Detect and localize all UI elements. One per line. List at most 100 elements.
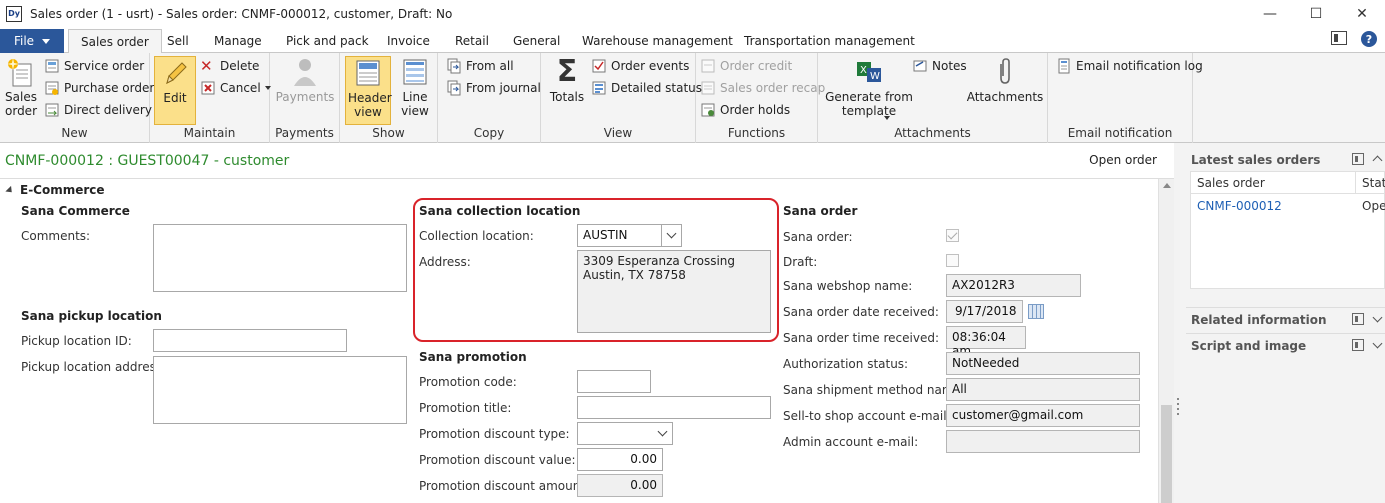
scroll-thumb[interactable] [1161, 405, 1172, 503]
purchase-order-button[interactable]: Purchase order [44, 78, 154, 98]
tab-pick-and-pack[interactable]: Pick and pack [286, 29, 369, 53]
copy-from-journal-button[interactable]: From journal [446, 78, 541, 98]
calendar-icon[interactable] [1028, 304, 1044, 319]
promotion-discount-value-field[interactable]: 0.00 [577, 448, 663, 471]
column-header-status[interactable]: Stat [1356, 172, 1385, 194]
column-header-sales-order[interactable]: Sales order [1191, 172, 1356, 194]
sales-order-recap-label: Sales order recap [720, 81, 826, 95]
payments-button[interactable]: Payments [276, 56, 334, 104]
sana-order-title: Sana order [783, 204, 858, 218]
factbox-latest-sales-orders[interactable]: Latest sales orders [1186, 148, 1385, 172]
factbox-options-icon[interactable] [1352, 339, 1364, 351]
service-order-button[interactable]: Service order [44, 56, 144, 76]
sana-pickup-title: Sana pickup location [21, 309, 162, 323]
chevron-down-icon[interactable] [1372, 312, 1383, 323]
copy-from-all-button[interactable]: From all [446, 56, 514, 76]
factbox-options-icon[interactable] [1352, 153, 1364, 165]
ribbon-group-attachments: XW Generate from template Notes Attachme… [818, 53, 1048, 143]
line-view-button[interactable]: Line view [395, 56, 435, 118]
file-tab[interactable]: File [0, 29, 64, 53]
sales-order-link[interactable]: CNMF-000012 [1197, 199, 1282, 213]
cancel-dropdown-button[interactable]: Cancel [200, 78, 271, 98]
tab-warehouse-management[interactable]: Warehouse management [582, 29, 733, 53]
pickup-location-id-label: Pickup location ID: [21, 334, 132, 348]
generate-from-template-button[interactable]: XW Generate from template [824, 56, 914, 120]
chevron-down-icon[interactable] [1372, 338, 1383, 349]
promotion-title-field[interactable] [577, 396, 771, 419]
notes-button[interactable]: Notes [912, 56, 967, 76]
service-order-icon [45, 59, 59, 73]
comments-label: Comments: [21, 229, 91, 243]
help-icon[interactable]: ? [1361, 31, 1377, 47]
header-view-button[interactable]: Header view [345, 56, 392, 125]
attachments-button[interactable]: Attachments [967, 56, 1043, 104]
edit-button[interactable]: Edit [154, 56, 196, 125]
factbox-toggle-icon[interactable] [1331, 31, 1347, 45]
chevron-up-icon[interactable] [1372, 155, 1383, 166]
sana-order-checkbox[interactable] [946, 229, 959, 242]
direct-delivery-label: Direct delivery [64, 103, 152, 117]
sana-shipment-method-field: All [946, 378, 1140, 401]
factbox-options-icon[interactable] [1352, 313, 1364, 325]
ribbon-group-email-notification: Email notification log Email notificatio… [1048, 53, 1203, 143]
sana-order-date-field: 9/17/2018 [946, 300, 1023, 323]
delete-button[interactable]: ✕ Delete [200, 56, 259, 76]
notes-label: Notes [932, 59, 967, 73]
comments-field[interactable] [153, 224, 407, 292]
ribbon-group-copy: From all From journal Copy [438, 53, 541, 143]
close-button[interactable]: ✕ [1339, 0, 1385, 27]
order-holds-button[interactable]: Order holds [700, 100, 790, 120]
chevron-down-icon [657, 426, 667, 437]
authorization-status-label: Authorization status: [783, 357, 909, 371]
sigma-icon: Σ [556, 54, 578, 89]
paperclip-icon [1000, 58, 1010, 84]
sana-shipment-method-label: Sana shipment method name: [783, 383, 965, 397]
file-tab-label: File [13, 34, 35, 48]
cancel-label: Cancel [220, 81, 261, 95]
scroll-up-arrow-icon[interactable] [1163, 183, 1171, 188]
header-view-icon [356, 60, 380, 86]
ribbon-tab-bar: File Sales order Sell Manage Pick and pa… [0, 27, 1385, 54]
order-status: Open order [1089, 153, 1157, 167]
totals-label: Totals [549, 90, 585, 104]
order-events-button[interactable]: Order events [591, 56, 689, 76]
tab-sales-order[interactable]: Sales order [68, 29, 162, 54]
admin-email-field [946, 430, 1140, 453]
direct-delivery-button[interactable]: Direct delivery [44, 100, 152, 120]
tab-sell[interactable]: Sell [167, 29, 189, 53]
delete-x-icon: ✕ [200, 57, 213, 75]
detailed-status-button[interactable]: Detailed status [591, 78, 702, 98]
vertical-scrollbar[interactable] [1158, 179, 1174, 503]
tab-retail[interactable]: Retail [455, 29, 489, 53]
pickup-location-id-field[interactable] [153, 329, 347, 352]
order-credit-button[interactable]: Order credit [700, 56, 792, 76]
splitter-grip-icon[interactable] [1177, 398, 1179, 415]
tab-transportation-management[interactable]: Transportation management [744, 29, 915, 53]
tab-manage[interactable]: Manage [214, 29, 262, 53]
new-sales-order-button[interactable]: Sales order [4, 56, 38, 118]
promotion-discount-type-select[interactable] [577, 422, 673, 445]
pickup-location-address-field[interactable] [153, 356, 407, 424]
tab-invoice[interactable]: Invoice [387, 29, 430, 53]
totals-button[interactable]: Σ Totals [547, 54, 587, 105]
draft-checkbox[interactable] [946, 254, 959, 267]
factbox-splitter[interactable] [1174, 143, 1186, 503]
sales-order-recap-button[interactable]: Sales order recap [700, 78, 825, 98]
maximize-button[interactable]: ☐ [1293, 0, 1339, 27]
order-holds-icon [701, 103, 715, 117]
factbox-related-information[interactable]: Related information [1186, 307, 1385, 331]
ribbon-group-functions: Order credit Sales order recap Order hol… [696, 53, 825, 143]
latest-sales-orders-grid: Sales order Stat CNMF-000012 Ope [1190, 171, 1385, 289]
promotion-discount-amount-label: Promotion discount amount: [419, 479, 590, 493]
order-credit-icon [701, 59, 715, 73]
dropdown-arrow[interactable] [652, 423, 672, 444]
svg-text:X: X [860, 65, 867, 76]
minimize-button[interactable]: — [1247, 0, 1293, 27]
fasttab-e-commerce[interactable]: E-Commerce [5, 183, 105, 197]
factbox-script-and-image[interactable]: Script and image [1186, 333, 1385, 357]
email-notification-log-button[interactable]: Email notification log [1056, 56, 1203, 76]
promotion-code-field[interactable] [577, 370, 651, 393]
admin-email-label: Admin account e-mail: [783, 435, 919, 449]
line-view-label: Line view [401, 90, 429, 118]
tab-general[interactable]: General [513, 29, 560, 53]
